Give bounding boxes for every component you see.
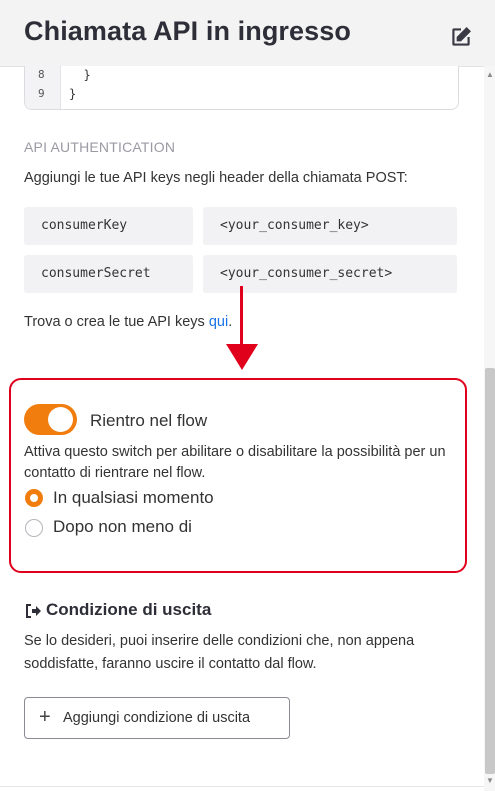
scrollbar-thumb[interactable]: [485, 368, 495, 774]
code-text: }: [69, 87, 77, 101]
radio-after-minimum[interactable]: [25, 519, 43, 537]
add-exit-condition-button[interactable]: + Aggiungi condizione di uscita: [24, 697, 290, 739]
api-keys-link[interactable]: qui: [209, 314, 228, 330]
radio-after-minimum-label[interactable]: Dopo non meno di: [53, 517, 192, 537]
consumer-key-name: consumerKey: [24, 207, 193, 245]
sign-out-icon: [26, 604, 41, 618]
code-example-box: 8 } 9 }: [24, 66, 459, 110]
edit-icon[interactable]: [448, 24, 474, 50]
consumer-key-value[interactable]: <your_consumer_key>: [203, 207, 457, 245]
annotation-arrow-line: [240, 286, 243, 348]
toggle-knob: [48, 407, 73, 432]
page-title: Chiamata API in ingresso: [24, 16, 351, 46]
exit-condition-description: Se lo desideri, puoi inserire delle cond…: [24, 633, 415, 672]
line-number: 9: [38, 87, 45, 100]
radio-any-time[interactable]: [25, 489, 43, 507]
reentry-toggle-label: Rientro nel flow: [90, 411, 208, 430]
scroll-up-icon[interactable]: ▲: [486, 70, 494, 79]
header: Chiamata API in ingresso: [0, 0, 495, 67]
annotation-arrow-head: [226, 344, 258, 370]
plus-icon: +: [39, 706, 51, 728]
add-exit-condition-label: Aggiungi condizione di uscita: [63, 710, 251, 726]
code-text: }: [69, 68, 91, 82]
api-auth-description: Aggiungi le tue API keys negli header de…: [24, 170, 408, 186]
api-auth-heading: API AUTHENTICATION: [24, 139, 176, 155]
reentry-description: Attiva questo switch per abilitare o dis…: [24, 444, 446, 481]
consumer-secret-name: consumerSecret: [24, 255, 193, 293]
divider: [0, 786, 484, 787]
reentry-toggle[interactable]: [24, 404, 77, 435]
api-keys-hint-text: Trova o crea le tue API keys: [24, 314, 209, 330]
line-number: 8: [38, 68, 45, 81]
api-keys-hint-suffix: .: [228, 314, 233, 330]
exit-condition-title: Condizione di uscita: [46, 600, 212, 619]
radio-any-time-label[interactable]: In qualsiasi momento: [53, 488, 214, 508]
api-keys-hint: Trova o crea le tue API keys qui.: [24, 314, 232, 330]
scroll-down-icon[interactable]: ▼: [486, 776, 494, 785]
